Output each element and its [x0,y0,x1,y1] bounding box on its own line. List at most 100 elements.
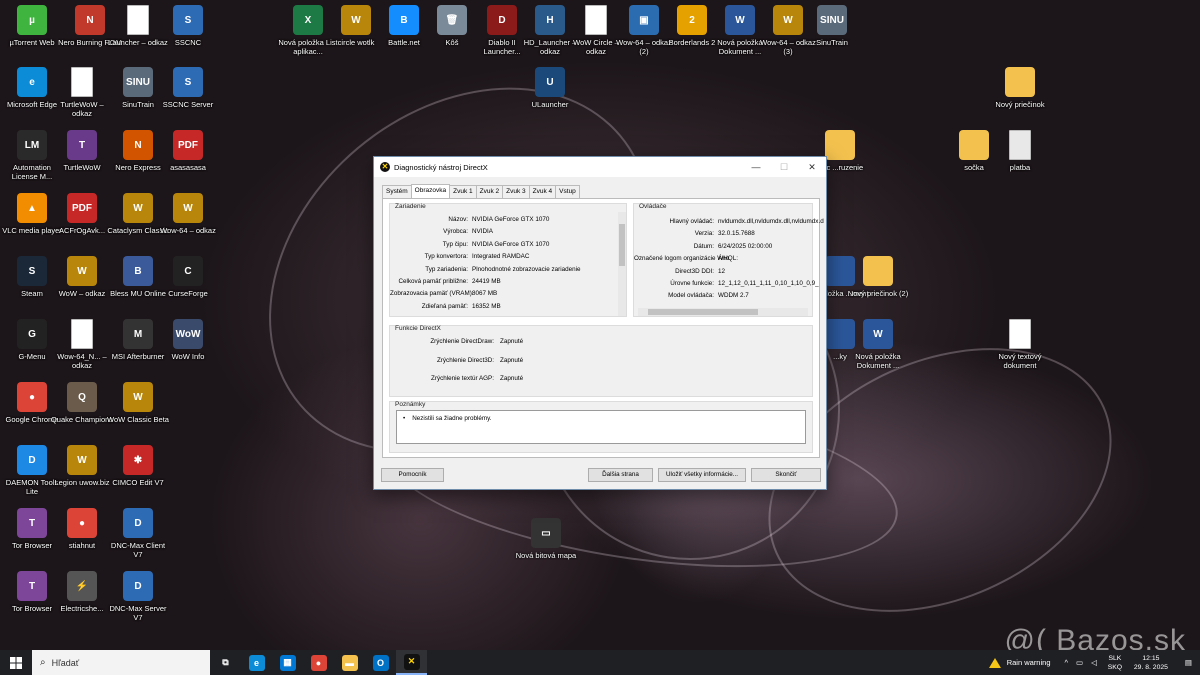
desktop-icon[interactable]: D DNC-Max Client V7 [106,508,170,559]
language-code: SLK [1108,654,1122,662]
exit-button[interactable]: Skončiť [751,468,821,482]
directx-icon: ✕ [403,653,420,670]
desktop-icon[interactable]: SINU SinuTrain [800,5,864,47]
desktop-icon[interactable]: Nový textový dokument [988,319,1052,370]
tab-sound-2[interactable]: Zvuk 2 [475,185,504,199]
desktop-icon[interactable]: ⚡ Electricshe... [50,571,114,613]
device-property-label: Celková pamäť približne: [398,278,468,285]
desktop-icon[interactable]: Wow-64_N... – odkaz [50,319,114,370]
directx-icon: ✕ [380,162,390,172]
app-icon: 🗑 [437,5,467,35]
driver-property-value: 12_1,12_0,11_1,11_0,10_1,10_0,9_ [718,280,819,287]
taskbar-directx-button[interactable]: ✕ [396,650,427,675]
taskbar-outlook-button[interactable]: O [365,650,396,675]
app-icon: H [535,5,565,35]
chrome-icon: ● [310,654,327,671]
network-icon[interactable]: ▭ [1076,658,1083,667]
taskbar-search[interactable]: ⌕ Hľadať [32,650,210,675]
desktop-icon[interactable]: Nový priečinok [988,67,1052,109]
desktop-icon[interactable]: WoW WoW Info [156,319,220,361]
app-icon: PDF [67,193,97,223]
desktop-icon-label: platba [1009,163,1031,172]
app-icon [71,67,93,97]
desktop-icon-label: Quake Champions [50,415,114,424]
tab-system[interactable]: Systém [382,185,412,199]
device-property-value: NVIDIA GeForce GTX 1070 [472,216,550,223]
desktop-icon[interactable]: S SSCNC Server [156,67,220,109]
app-icon [1009,130,1031,160]
desktop-icon[interactable]: Nový priečinok (2) [846,256,910,298]
app-icon [127,5,149,35]
desktop-icon[interactable]: PDF ACFrOgAvk... [50,193,114,235]
app-icon: PDF [173,130,203,160]
help-button[interactable]: Pomocník [381,468,444,482]
search-icon: ⌕ [40,657,46,668]
maximize-button[interactable]: ☐ [770,162,798,173]
driver-property-label: Označené logom organizácie WHQL: [634,255,738,263]
close-button[interactable]: ✕ [798,162,826,173]
desktop-icon-label: WoW Classic Beta [107,415,169,424]
app-icon [825,130,855,160]
clock[interactable]: 12:15 29. 8. 2025 [1125,654,1177,672]
tab-display[interactable]: Obrazovka [410,184,451,199]
drivers-horizontal-scrollbar[interactable] [638,308,808,316]
tab-sound-1[interactable]: Zvuk 1 [449,185,477,199]
device-scrollbar[interactable] [618,212,626,316]
desktop-icon[interactable]: TurtleWoW – odkaz [50,67,114,118]
desktop-icon[interactable]: platba [988,130,1052,172]
start-button[interactable] [0,650,32,675]
desktop-icon[interactable]: PDF asasasasa [156,130,220,172]
tab-input[interactable]: Vstup [555,185,580,199]
desktop-icon[interactable]: ● stiahnut [50,508,114,550]
desktop-icon[interactable]: Q Quake Champions [50,382,114,424]
tab-sound-3[interactable]: Zvuk 3 [502,185,530,199]
desktop-icon[interactable]: T TurtleWoW [50,130,114,172]
app-icon: W [123,193,153,223]
desktop-icon[interactable]: D DNC-Max Server V7 [106,571,170,622]
desktop-icon[interactable]: W Legion uwow.biz [50,445,114,487]
driver-property-label: Verzia: [694,230,714,238]
device-property-label: Názov: [448,216,468,223]
outlook-icon: O [372,654,389,671]
app-icon: D [17,445,47,475]
taskbar-task-view-button[interactable]: ⧉ [210,650,241,675]
language-indicator[interactable]: SLK SKQ [1105,654,1125,672]
scrollbar-thumb[interactable] [648,309,758,315]
pinned-apps: ⧉ e ▦ ● ▬ O ✕ [210,650,427,675]
next-page-button[interactable]: Ďalšia strana [588,468,653,482]
desktop-icon[interactable]: C CurseForge [156,256,220,298]
desktop-icon[interactable]: S SSCNC [156,5,220,47]
task-view-icon: ⧉ [217,654,234,671]
device-group: Zariadenie Názov: NVIDIA GeForce GTX 1070… [389,203,627,317]
desktop-icon[interactable]: U ULauncher [518,67,582,109]
notes-textbox[interactable]: • Nezistili sa žiadne problémy. [396,410,806,444]
desktop-icon-label: TurtleWoW [63,163,101,172]
desktop-icon[interactable]: W Wow-64 – odkaz [156,193,220,235]
minimize-button[interactable]: — [742,162,770,172]
weather-widget[interactable]: Rain warning [988,657,1051,668]
taskbar-edge-button[interactable]: e [241,650,272,675]
app-icon: SINU [123,67,153,97]
desktop-icon[interactable]: µ µTorrent Web [0,5,64,47]
taskbar-store-button[interactable]: ▦ [272,650,303,675]
device-property-value: Integrated RAMDAC [472,253,530,261]
desktop-icon[interactable]: ▭ Nová bitová mapa [514,518,578,560]
volume-icon[interactable]: ◁ [1091,658,1097,667]
tab-bar: Systém Obrazovka Zvuk 1 Zvuk 2 Zvuk 3 Zv… [374,177,826,199]
save-all-info-button[interactable]: Uložiť všetky informácie... [658,468,746,482]
scrollbar-thumb[interactable] [619,224,625,266]
desktop-icon[interactable]: W WoW Classic Beta [106,382,170,424]
desktop-icon[interactable]: W WoW – odkaz [50,256,114,298]
taskbar-explorer-button[interactable]: ▬ [334,650,365,675]
window-titlebar[interactable]: ✕ Diagnostický nástroj DirectX — ☐ ✕ [374,157,826,177]
notifications-icon[interactable]: ▤ [1185,658,1192,667]
desktop-icon[interactable]: ✱ CIMCO Edit V7 [106,445,170,487]
desktop-icon-label: SSCNC Server [162,100,214,109]
taskbar-chrome-button[interactable]: ● [303,650,334,675]
tray-chevron-icon[interactable]: ^ [1065,658,1069,667]
device-property-label: Typ konvertora: [424,253,468,261]
notes-text: Nezistili sa žiadne problémy. [412,415,492,422]
feature-property-label: Zrýchlenie textúr AGP: [431,375,494,382]
tab-sound-4[interactable]: Zvuk 4 [528,185,557,199]
desktop-icon[interactable]: W Nová položka Dokument ... [846,319,910,370]
